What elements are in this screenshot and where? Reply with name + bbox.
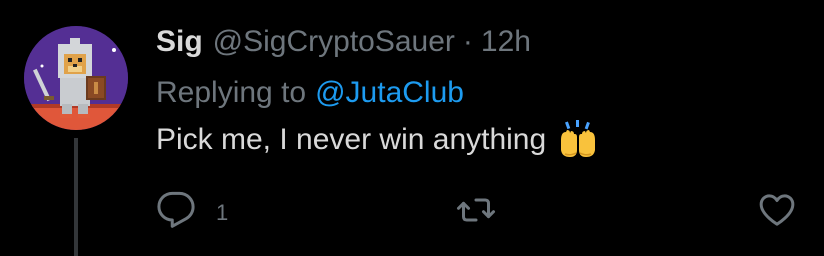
replying-to-line: Replying to @JutaClub <box>156 74 464 112</box>
heart-icon[interactable] <box>757 190 797 235</box>
timestamp[interactable]: 12h <box>481 25 531 59</box>
like-button[interactable] <box>757 190 797 235</box>
raising-hands-emoji <box>558 120 598 160</box>
reply-count: 1 <box>216 199 229 225</box>
avatar[interactable] <box>24 26 128 130</box>
user-handle[interactable]: @SigCryptoSauer <box>213 25 455 59</box>
separator-dot: · <box>462 25 473 58</box>
retweet-icon[interactable] <box>456 190 496 235</box>
retweet-button[interactable] <box>456 190 496 235</box>
speech-bubble-icon[interactable] <box>156 190 196 235</box>
tweet-body: Pick me, I never win anything <box>156 123 547 156</box>
thread-line <box>74 138 78 256</box>
tweet-text: Pick me, I never win anything <box>156 118 598 162</box>
replying-to-mention[interactable]: @JutaClub <box>315 76 464 110</box>
reply-button[interactable]: 1 <box>156 190 228 235</box>
tweet-header: Sig @SigCryptoSauer · 12h <box>156 22 531 62</box>
display-name[interactable]: Sig <box>156 25 203 59</box>
replying-prefix: Replying to <box>156 76 307 109</box>
